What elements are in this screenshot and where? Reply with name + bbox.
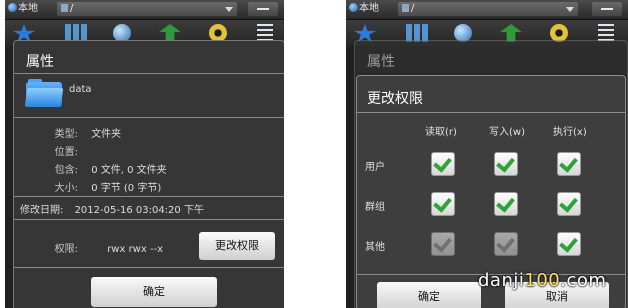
- checkbox-group-read[interactable]: [431, 192, 455, 216]
- row-label-user: 用户: [365, 162, 385, 173]
- watermark-logo: danji100.com: [478, 270, 606, 291]
- checkbox-user-execute[interactable]: [557, 152, 581, 176]
- prop-label: 包含:: [54, 165, 78, 176]
- prop-value: 2012-05-16 03:04:20 下午: [74, 205, 204, 216]
- path-text: /: [411, 3, 415, 14]
- dialog-title: 属性: [367, 54, 395, 70]
- prop-value: 文件夹: [91, 129, 122, 140]
- prop-modified: 修改日期: 2012-05-16 03:04:20 下午: [20, 201, 204, 216]
- prop-label: 位置:: [54, 147, 78, 158]
- prop-label: 修改日期:: [20, 205, 64, 216]
- prop-size: 大小: 0 字节 (0 字节): [26, 179, 162, 194]
- checkbox-other-read[interactable]: [431, 232, 455, 256]
- col-read: 读取(r): [425, 127, 457, 138]
- path-dropdown[interactable]: /: [398, 2, 578, 16]
- folder-icon: [402, 4, 409, 12]
- path-bar: 本地 /: [346, 0, 628, 20]
- location-label: 本地: [18, 3, 38, 14]
- folder-icon: [24, 79, 64, 107]
- prop-type: 类型: 文件夹: [26, 125, 122, 140]
- divider: [14, 267, 284, 268]
- location-button[interactable]: 本地: [349, 2, 379, 16]
- screen-right: 本地 / 属性 更改权限 读取(r) 写入(w) 执行(x) 用户 群组 其他 …: [346, 0, 628, 308]
- prop-value: 0 文件, 0 文件夹: [91, 165, 167, 176]
- prop-permissions: 权限: rwx rwx --x: [26, 240, 163, 255]
- properties-dialog: 属性 data 类型: 文件夹 位置: 包含: 0 文件, 0 文件夹 大小: …: [13, 40, 284, 308]
- checkbox-other-execute[interactable]: [557, 232, 581, 256]
- prop-value: rwx rwx --x: [107, 244, 164, 255]
- checkbox-user-write[interactable]: [494, 152, 518, 176]
- minimize-button[interactable]: [248, 2, 278, 16]
- row-label-other: 其他: [365, 242, 385, 253]
- checkbox-group-execute[interactable]: [557, 192, 581, 216]
- location-button[interactable]: 本地: [8, 2, 38, 16]
- dialog-title: 属性: [26, 54, 54, 70]
- col-write: 写入(w): [489, 127, 525, 138]
- ok-button[interactable]: 确定: [91, 277, 217, 307]
- checkbox-other-write[interactable]: [494, 232, 518, 256]
- col-execute: 执行(x): [553, 127, 587, 138]
- divider: [14, 73, 284, 74]
- row-label-group: 群组: [365, 202, 385, 213]
- change-permissions-button[interactable]: 更改权限: [199, 232, 275, 260]
- checkbox-user-read[interactable]: [431, 152, 455, 176]
- globe-icon: [349, 3, 358, 12]
- prop-label: 权限:: [54, 244, 78, 255]
- file-name: data: [69, 84, 92, 95]
- prop-contents: 包含: 0 文件, 0 文件夹: [26, 161, 167, 176]
- divider: [14, 219, 284, 220]
- path-bar: 本地 /: [5, 0, 284, 20]
- chevron-down-icon: [566, 7, 574, 12]
- path-dropdown[interactable]: /: [57, 2, 237, 16]
- divider: [357, 112, 625, 113]
- ok-button[interactable]: 确定: [377, 282, 481, 308]
- chevron-down-icon: [225, 7, 233, 12]
- watermark-number: 100: [524, 270, 561, 291]
- location-label: 本地: [359, 3, 379, 14]
- folder-icon: [61, 4, 68, 12]
- watermark-prefix: danji: [478, 270, 525, 291]
- watermark-suffix: .com: [560, 270, 607, 291]
- prop-label: 类型:: [54, 129, 78, 140]
- prop-label: 大小:: [54, 183, 78, 194]
- divider: [14, 196, 284, 197]
- globe-icon: [8, 3, 17, 12]
- prop-location: 位置:: [26, 143, 88, 158]
- path-text: /: [70, 3, 74, 14]
- prop-value: 0 字节 (0 字节): [91, 183, 162, 194]
- minimize-button[interactable]: [592, 2, 622, 16]
- screen-left: 本地 / 属性 data 类型: 文件夹 位置: 包含: 0 文件, 0 文件夹…: [5, 0, 284, 308]
- divider: [14, 117, 284, 118]
- checkbox-group-write[interactable]: [494, 192, 518, 216]
- dialog-title: 更改权限: [367, 91, 423, 107]
